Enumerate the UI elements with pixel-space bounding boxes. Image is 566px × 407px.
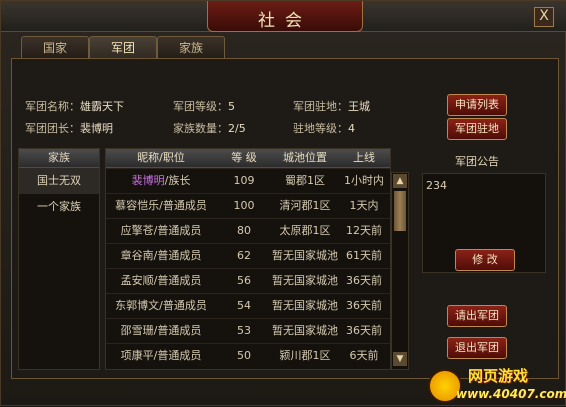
tab-legion[interactable]: 军团 xyxy=(89,36,157,60)
cell-name-role: 东郭博文/普通成员 xyxy=(106,294,216,318)
member-table: 昵称/职位 等 级 城池位置 上线 裴博明/族长 109 蜀郡1区 1小时内 慕容恺乐/… xyxy=(105,148,391,370)
table-header: 昵称/职位 等 级 城池位置 上线 xyxy=(106,149,390,168)
apply-list-button[interactable]: 申请列表 xyxy=(447,94,507,116)
kick-member-button[interactable]: 请出军团 xyxy=(447,305,507,327)
member-role: /普通成员 xyxy=(153,224,202,237)
cell-name-role: 应擎苍/普通成员 xyxy=(106,219,216,243)
watermark-title: 网页游戏 xyxy=(468,367,529,385)
cell-city: 蜀郡1区 xyxy=(285,174,325,187)
table-row[interactable]: 章谷南/普通成员 62 暂无国家城池 61天前 xyxy=(106,243,390,268)
cell-level: 109 xyxy=(233,174,255,187)
member-name: 邵雪珊 xyxy=(120,324,154,337)
member-name: 章谷南 xyxy=(120,249,154,262)
cell-name-role: 章谷南/普通成员 xyxy=(106,244,216,268)
member-role: /普通成员 xyxy=(153,349,202,362)
cell-level: 56 xyxy=(237,274,251,287)
family-list: 家族 国士无双 一个家族 xyxy=(18,148,100,370)
cell-online: 1小时内 xyxy=(344,174,384,187)
family-item[interactable]: 国士无双 xyxy=(19,168,99,194)
cell-level: 50 xyxy=(237,349,251,362)
col-level[interactable]: 等 级 xyxy=(220,149,268,167)
table-row[interactable]: 邵雪珊/普通成员 53 暂无国家城池 36天前 xyxy=(106,318,390,343)
close-button[interactable]: X xyxy=(534,7,554,27)
family-item[interactable]: 一个家族 xyxy=(19,194,99,220)
legion-level: 军团等级：5 xyxy=(173,100,235,113)
base-level: 驻地等级：4 xyxy=(293,122,355,135)
member-role: /普通成员 xyxy=(159,199,207,212)
cell-online: 61天前 xyxy=(346,249,382,262)
legion-name: 军团名称：雄霸天下 xyxy=(25,100,124,113)
table-scrollbar[interactable]: ▲ ▼ xyxy=(391,172,409,370)
legion-base: 军团驻地：王城 xyxy=(293,100,370,113)
scroll-up-icon[interactable]: ▲ xyxy=(393,174,407,188)
cell-city: 暂无国家城池 xyxy=(272,274,338,287)
cell-online: 1天内 xyxy=(349,199,379,212)
legion-leader: 军团团长：裴博明 xyxy=(25,122,113,135)
quit-legion-button[interactable]: 退出军团 xyxy=(447,337,507,359)
member-name: 应擎苍 xyxy=(120,224,154,237)
cell-level: 62 xyxy=(237,249,251,262)
cell-level: 100 xyxy=(233,199,255,212)
member-name: 项康平 xyxy=(120,349,154,362)
cell-level: 53 xyxy=(237,324,251,337)
table-row[interactable]: 裴博明/族长 109 蜀郡1区 1小时内 xyxy=(106,168,390,193)
cell-city: 暂无国家城池 xyxy=(272,324,338,337)
site-watermark: 网页游戏 www.40407.com xyxy=(426,367,566,407)
watermark-url: www.40407.com xyxy=(456,387,566,401)
col-name-role[interactable]: 昵称/职位 xyxy=(106,149,216,167)
cell-city: 暂无国家城池 xyxy=(272,249,338,262)
title-plate: 社会 xyxy=(207,1,363,32)
member-name: 慕容恺乐 xyxy=(115,199,160,212)
member-name: 裴博明 xyxy=(131,174,165,187)
cell-city: 清河郡1区 xyxy=(279,199,331,212)
cell-level: 54 xyxy=(237,299,251,312)
cell-online: 12天前 xyxy=(346,224,382,237)
member-role: /普通成员 xyxy=(153,324,202,337)
cell-name-role: 项康平/普通成员 xyxy=(106,344,216,368)
family-list-header: 家族 xyxy=(19,149,99,168)
cell-name-role: 邵雪珊/普通成员 xyxy=(106,319,216,343)
announcement-title: 军团公告 xyxy=(455,155,499,168)
scroll-thumb[interactable] xyxy=(394,191,406,231)
member-role: /族长 xyxy=(164,174,191,187)
cell-city: 太原郡1区 xyxy=(279,224,331,237)
cell-online: 36天前 xyxy=(346,299,382,312)
member-role: /普通成员 xyxy=(153,249,202,262)
window-title: 社会 xyxy=(258,11,312,31)
col-city[interactable]: 城池位置 xyxy=(272,149,338,167)
legion-base-button[interactable]: 军团驻地 xyxy=(447,118,507,140)
cell-name-role: 孟安顺/普通成员 xyxy=(106,269,216,293)
cell-online: 6天前 xyxy=(349,349,379,362)
table-row[interactable]: 项康平/普通成员 50 颍川郡1区 6天前 xyxy=(106,343,390,368)
cell-online: 36天前 xyxy=(346,324,382,337)
table-row[interactable]: 孟安顺/普通成员 56 暂无国家城池 36天前 xyxy=(106,268,390,293)
cell-online: 36天前 xyxy=(346,274,382,287)
member-role: /普通成员 xyxy=(159,299,207,312)
table-row[interactable]: 慕容恺乐/普通成员 100 清河郡1区 1天内 xyxy=(106,193,390,218)
society-window: 社会 X 国家 军团 家族 军团名称：雄霸天下 军团等级：5 军团驻地：王城 军… xyxy=(0,0,566,406)
member-role: /普通成员 xyxy=(153,274,202,287)
scroll-down-icon[interactable]: ▼ xyxy=(393,352,407,366)
col-online[interactable]: 上线 xyxy=(340,149,388,167)
table-row[interactable]: 东郭博文/普通成员 54 暂无国家城池 36天前 xyxy=(106,293,390,318)
tab-family[interactable]: 家族 xyxy=(157,36,225,59)
member-name: 孟安顺 xyxy=(120,274,154,287)
modify-button[interactable]: 修 改 xyxy=(455,249,515,271)
cell-city: 颍川郡1区 xyxy=(279,349,331,362)
cell-name-role: 裴博明/族长 xyxy=(106,169,216,193)
cell-name-role: 慕容恺乐/普通成员 xyxy=(106,194,216,218)
cell-level: 80 xyxy=(237,224,251,237)
table-row[interactable]: 应擎苍/普通成员 80 太原郡1区 12天前 xyxy=(106,218,390,243)
member-name: 东郭博文 xyxy=(115,299,160,312)
tab-country[interactable]: 国家 xyxy=(21,36,89,59)
family-count: 家族数量：2/5 xyxy=(173,122,246,135)
title-bar: 社会 X xyxy=(1,1,566,32)
cell-city: 暂无国家城池 xyxy=(272,299,338,312)
